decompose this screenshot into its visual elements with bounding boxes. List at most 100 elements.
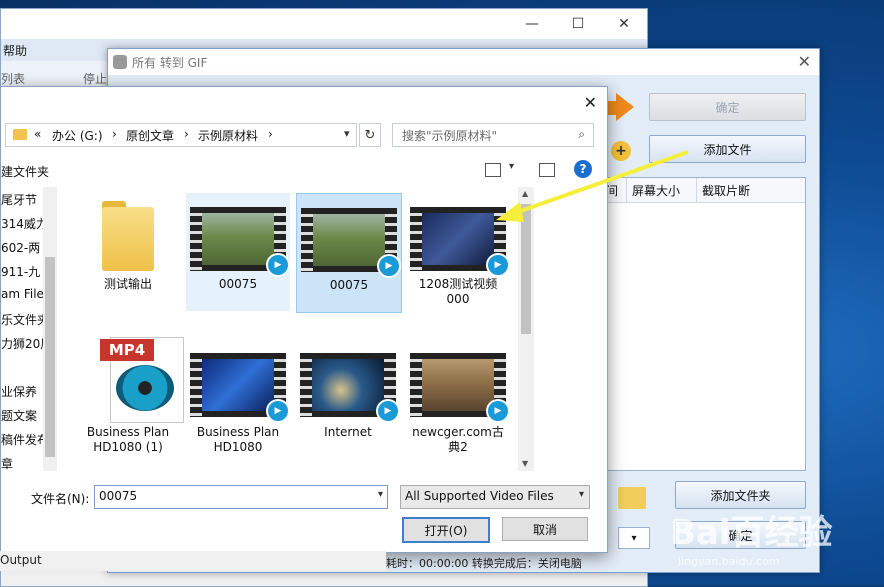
app-icon: [113, 55, 127, 69]
nav-item[interactable]: 314威力: [1, 215, 48, 232]
file-item-mp4[interactable]: MP4 Business Plan HD1080 (1): [76, 329, 184, 454]
new-folder-button[interactable]: 建文件夹: [1, 163, 49, 180]
film-strip: [301, 208, 313, 272]
search-icon[interactable]: ⌕: [578, 127, 585, 142]
breadcrumb-separator[interactable]: ›: [184, 127, 189, 141]
file-label: 00075: [218, 277, 258, 291]
film-strip: [190, 207, 202, 271]
menu-help[interactable]: 帮助: [3, 42, 27, 59]
video-frame: [202, 359, 274, 411]
chevron-down-icon[interactable]: ▾: [378, 489, 383, 500]
video-thumbnail-icon: ▶: [410, 353, 510, 423]
breadcrumb-chevron[interactable]: «: [34, 127, 41, 141]
video-thumbnail-icon: ▶: [301, 208, 401, 278]
minimize-button[interactable]: —: [509, 9, 555, 39]
baidu-watermark-url: jingyan.baidu.com: [678, 555, 780, 568]
film-strip: [300, 353, 312, 417]
breadcrumb-folder[interactable]: 示例原材料: [198, 127, 258, 144]
nav-item[interactable]: 稿件发布: [1, 431, 49, 448]
nav-item[interactable]: 尾牙节: [1, 191, 37, 208]
file-item-video[interactable]: ▶ Business Plan HD1080: [186, 329, 290, 454]
file-item-video-selected[interactable]: ▶ 00075: [296, 193, 402, 313]
scroll-down-icon[interactable]: ▼: [522, 459, 528, 468]
breadcrumb-drive[interactable]: 办公 (G:): [52, 127, 103, 144]
view-mode-icon[interactable]: [485, 163, 501, 177]
files-scroll-thumb[interactable]: [521, 204, 531, 334]
files-grid: 测试输出 ▶ 00075 ▶ 00075 ▶ 1208测试视频 000 MP4 …: [58, 187, 518, 471]
film-strip: [190, 353, 202, 417]
refresh-button[interactable]: ↻: [359, 123, 381, 147]
scroll-up-icon[interactable]: ▲: [522, 189, 528, 198]
baidu-watermark: Bai百经验: [670, 513, 833, 553]
gif-dialog-title: 所有 转到 GIF: [132, 56, 208, 70]
file-item-video[interactable]: ▶ 00075: [186, 193, 290, 311]
nav-item[interactable]: 911-九: [1, 263, 40, 280]
cancel-button[interactable]: 取消: [502, 517, 588, 541]
column-screen-size[interactable]: 屏幕大小: [632, 182, 680, 199]
media-player-icon: ▶: [486, 399, 510, 423]
column-separator: [696, 178, 697, 202]
video-frame: [202, 213, 274, 265]
file-label: Internet: [324, 425, 372, 439]
chevron-down-icon[interactable]: ▾: [509, 161, 514, 172]
file-item-video[interactable]: ▶ Internet: [296, 329, 400, 447]
filename-input[interactable]: 00075 ▾: [94, 485, 388, 509]
filename-value: 00075: [99, 489, 138, 503]
video-frame: [312, 359, 384, 411]
chevron-down-icon[interactable]: ▾: [579, 489, 584, 500]
open-button[interactable]: 打开(O): [402, 517, 490, 543]
confirm-button[interactable]: 确定: [649, 93, 806, 121]
mp4-tag: MP4: [100, 339, 154, 361]
file-item-folder[interactable]: 测试输出: [76, 193, 180, 311]
breadcrumb-separator[interactable]: ›: [112, 127, 117, 141]
media-player-icon: ▶: [486, 253, 510, 277]
video-frame: [313, 214, 385, 266]
nav-item[interactable]: 题文案: [1, 407, 37, 424]
list-header: 间 屏幕大小 截取片断: [604, 178, 805, 203]
chevron-down-icon[interactable]: ▾: [344, 127, 350, 140]
search-input[interactable]: 搜索"示例原材料" ⌕: [392, 123, 594, 147]
maximize-button[interactable]: ☐: [555, 9, 601, 39]
gif-dialog-titlebar: 所有 转到 GIF ✕: [108, 49, 819, 75]
nav-item[interactable]: 章: [1, 455, 13, 471]
media-player-icon: ▶: [376, 399, 400, 423]
video-thumbnail-icon: ▶: [190, 353, 290, 423]
file-type-select[interactable]: All Supported Video Files ▾: [400, 485, 590, 509]
search-placeholder: 搜索"示例原材料": [402, 129, 498, 143]
toolbar-list[interactable]: 列表: [1, 70, 25, 87]
file-label: Business Plan HD1080: [196, 425, 280, 454]
help-icon[interactable]: ?: [574, 160, 592, 178]
column-separator: [626, 178, 627, 202]
folder-add-icon[interactable]: [618, 487, 646, 509]
column-clip[interactable]: 截取片断: [702, 182, 750, 199]
small-dropdown[interactable]: ▾: [618, 527, 650, 549]
background-titlebar: — ☐ ✕: [1, 9, 647, 39]
breadcrumb-folder[interactable]: 原创文章: [126, 127, 174, 144]
add-icon[interactable]: +: [611, 141, 631, 161]
nav-scroll-thumb[interactable]: [45, 257, 55, 457]
address-bar[interactable]: « 办公 (G:) › 原创文章 › 示例原材料 › ▾: [5, 123, 357, 147]
file-label: newcger.com古 典2: [412, 425, 504, 454]
video-thumbnail-icon: ▶: [190, 207, 290, 277]
close-button[interactable]: ✕: [601, 9, 647, 39]
arrow-right-icon-head: [616, 93, 634, 121]
breadcrumb-separator[interactable]: ›: [268, 127, 273, 141]
add-file-button[interactable]: 添加文件: [649, 135, 806, 163]
close-icon[interactable]: ✕: [584, 93, 597, 112]
file-item-video[interactable]: ▶ newcger.com古 典2: [406, 329, 510, 454]
output-label: Output: [0, 553, 42, 567]
file-label: 测试输出: [103, 277, 152, 291]
video-thumbnail-icon: ▶: [410, 207, 510, 277]
file-label: Business Plan HD1080 (1): [86, 425, 170, 454]
close-icon[interactable]: ✕: [798, 52, 811, 71]
nav-item[interactable]: 602-两: [1, 239, 40, 256]
file-type-value: All Supported Video Files: [405, 489, 554, 503]
nav-item[interactable]: 乐文件夹: [1, 311, 49, 328]
toolbar-stop[interactable]: 停止: [83, 70, 107, 87]
gif-file-list[interactable]: 间 屏幕大小 截取片断: [603, 177, 806, 471]
video-frame: [422, 213, 494, 265]
nav-item[interactable]: 业保养: [1, 383, 37, 400]
preview-pane-icon[interactable]: [539, 163, 555, 177]
file-label: 1208测试视频 000: [418, 277, 498, 306]
file-item-video[interactable]: ▶ 1208测试视频 000: [406, 193, 510, 311]
